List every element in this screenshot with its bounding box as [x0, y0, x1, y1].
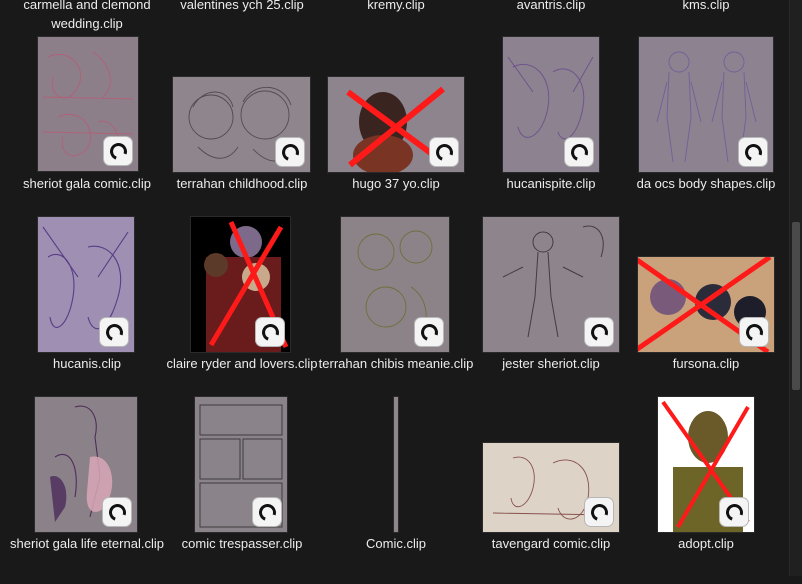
file-item[interactable]: fursona.clip — [628, 214, 784, 404]
file-label[interactable]: Comic.clip — [318, 534, 474, 553]
vertical-scrollbar[interactable] — [789, 0, 802, 576]
file-label[interactable]: tavengard comic.clip — [473, 534, 629, 553]
file-item[interactable]: sheriot gala life eternal.clip — [9, 394, 165, 584]
file-thumbnail[interactable] — [35, 397, 137, 532]
file-thumbnail[interactable] — [639, 37, 773, 172]
file-label[interactable]: adopt.clip — [628, 534, 784, 553]
file-thumbnail[interactable] — [38, 217, 134, 352]
file-label[interactable]: valentines ych 25.clip — [164, 0, 320, 14]
file-thumbnail[interactable] — [658, 397, 754, 532]
clip-studio-icon — [103, 498, 131, 526]
clip-studio-icon — [720, 498, 748, 526]
file-item[interactable]: terrahan childhood.clip — [164, 34, 320, 224]
clip-studio-icon — [565, 138, 593, 166]
clip-studio-icon — [253, 498, 281, 526]
clip-studio-icon — [585, 318, 613, 346]
file-label[interactable]: sheriot gala comic.clip — [9, 174, 165, 193]
clip-studio-icon — [104, 137, 132, 165]
clip-studio-icon — [430, 138, 458, 166]
file-label[interactable]: terrahan chibis meanie.clip — [318, 354, 474, 373]
file-thumbnail[interactable] — [328, 77, 464, 172]
scrollbar-thumb[interactable] — [792, 222, 800, 390]
file-thumbnail[interactable] — [503, 37, 599, 172]
file-item[interactable]: tavengard comic.clip — [473, 394, 629, 584]
file-item[interactable]: Comic.clip — [318, 394, 474, 584]
file-label[interactable]: avantris.clip — [473, 0, 629, 14]
file-thumbnail[interactable] — [341, 217, 449, 352]
clip-studio-icon — [740, 318, 768, 346]
file-label[interactable]: kms.clip — [628, 0, 784, 14]
file-thumbnail[interactable] — [195, 397, 287, 532]
file-item[interactable]: hugo 37 yo.clip — [318, 34, 474, 224]
file-label[interactable]: hucanis.clip — [9, 354, 165, 373]
file-thumbnail[interactable] — [483, 443, 619, 532]
file-item[interactable]: hucanispite.clip — [473, 34, 629, 224]
file-thumbnail[interactable] — [483, 217, 619, 352]
file-item[interactable]: jester sheriot.clip — [473, 214, 629, 404]
file-thumbnail[interactable] — [191, 217, 290, 352]
clip-studio-icon — [276, 138, 304, 166]
clip-studio-icon — [256, 318, 284, 346]
clip-studio-icon — [415, 318, 443, 346]
file-thumbnail[interactable] — [394, 397, 398, 532]
clip-studio-icon — [585, 498, 613, 526]
file-label[interactable]: terrahan childhood.clip — [164, 174, 320, 193]
clip-studio-icon — [739, 138, 767, 166]
file-label[interactable]: claire ryder and lovers.clip — [164, 354, 320, 373]
file-item[interactable]: claire ryder and lovers.clip — [164, 214, 320, 404]
file-item[interactable]: comic trespasser.clip — [164, 394, 320, 584]
clip-studio-icon — [100, 318, 128, 346]
file-label[interactable]: jester sheriot.clip — [473, 354, 629, 373]
file-item[interactable]: hucanis.clip — [9, 214, 165, 404]
file-item[interactable]: terrahan chibis meanie.clip — [318, 214, 474, 404]
file-label[interactable]: fursona.clip — [628, 354, 784, 373]
file-label[interactable]: kremy.clip — [318, 0, 474, 14]
file-label[interactable]: comic trespasser.clip — [164, 534, 320, 553]
file-thumbnail[interactable] — [173, 77, 310, 172]
file-thumbnail[interactable] — [38, 37, 138, 171]
file-item[interactable]: adopt.clip — [628, 394, 784, 584]
file-label[interactable]: hugo 37 yo.clip — [318, 174, 474, 193]
file-thumbnail[interactable] — [638, 257, 774, 352]
file-label[interactable]: sheriot gala life eternal.clip — [9, 534, 165, 553]
file-item[interactable]: da ocs body shapes.clip — [628, 34, 784, 224]
file-label[interactable]: da ocs body shapes.clip — [628, 174, 784, 193]
file-label[interactable]: hucanispite.clip — [473, 174, 629, 193]
file-item[interactable]: sheriot gala comic.clip — [9, 34, 165, 224]
file-label[interactable]: carmella and clemond wedding.clip — [9, 0, 165, 33]
file-grid: carmella and clemond wedding.clip valent… — [0, 0, 790, 576]
